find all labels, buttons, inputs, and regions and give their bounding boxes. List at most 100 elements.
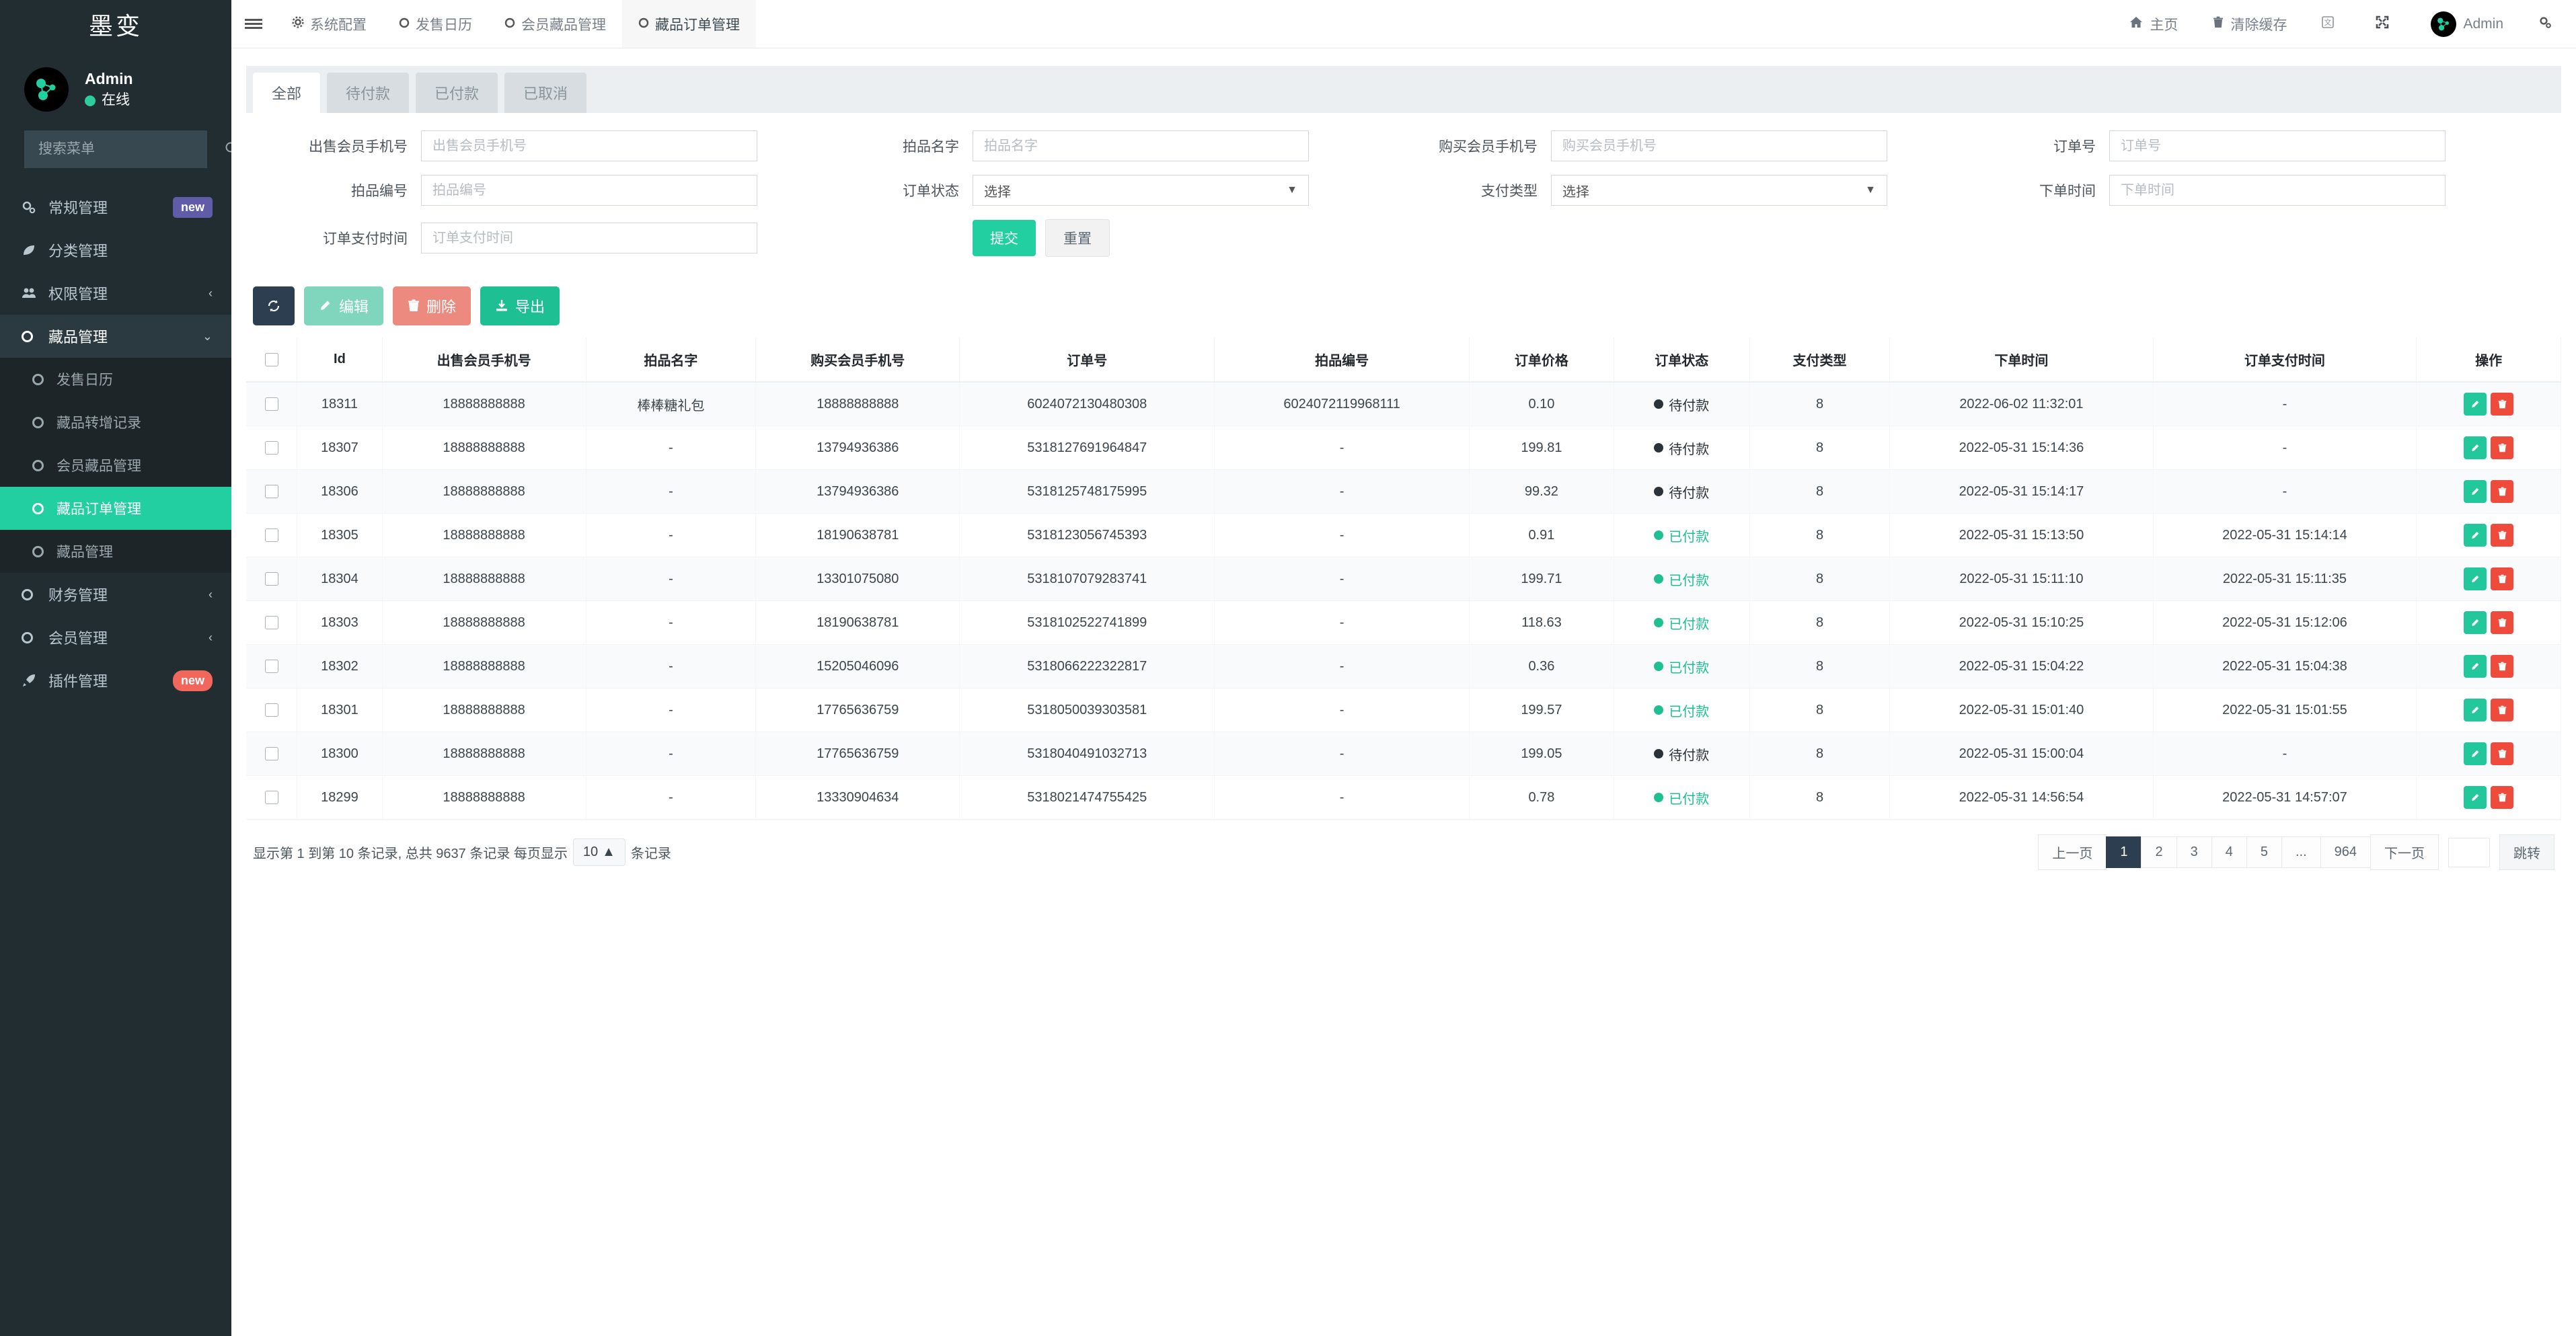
cell-[interactable] (246, 732, 297, 776)
cell-操作[interactable] (2417, 514, 2561, 557)
sidebar-item-0[interactable]: 常规管理new (0, 186, 231, 229)
row-edit-button[interactable] (2464, 699, 2487, 721)
page-button-4[interactable]: 4 (2211, 836, 2247, 868)
row-delete-button[interactable] (2491, 524, 2513, 547)
cell-操作[interactable] (2417, 732, 2561, 776)
table-row[interactable]: 1830118888888888-17765636759531805003930… (246, 689, 2561, 732)
sidebar-item-10[interactable]: 会员管理‹ (0, 616, 231, 659)
sidebar-item-11[interactable]: 插件管理new (0, 659, 231, 702)
row-checkbox[interactable] (265, 572, 278, 586)
cell-[interactable] (246, 776, 297, 820)
sidebar-item-6[interactable]: 会员藏品管理 (0, 444, 231, 487)
row-edit-button[interactable] (2464, 567, 2487, 590)
cell-[interactable] (246, 557, 297, 601)
top-right-item-2[interactable]: 文 (2304, 16, 2358, 32)
row-edit-button[interactable] (2464, 742, 2487, 765)
row-edit-button[interactable] (2464, 436, 2487, 459)
row-checkbox[interactable] (265, 660, 278, 673)
order-no-input[interactable] (2109, 130, 2446, 161)
row-checkbox[interactable] (265, 791, 278, 804)
table-row[interactable]: 1830718888888888-13794936386531812769196… (246, 426, 2561, 470)
pay-type-select[interactable]: 选择 ▼ (1551, 175, 1887, 206)
row-checkbox[interactable] (265, 528, 278, 542)
cell-操作[interactable] (2417, 689, 2561, 732)
select-all-checkbox[interactable] (265, 353, 278, 366)
submit-button[interactable]: 提交 (973, 220, 1036, 256)
page-jump-input[interactable] (2448, 838, 2490, 867)
row-delete-button[interactable] (2491, 436, 2513, 459)
row-delete-button[interactable] (2491, 611, 2513, 634)
page-button-3[interactable]: 3 (2176, 836, 2212, 868)
export-button[interactable]: 导出 (480, 286, 560, 325)
search-input[interactable] (37, 141, 222, 158)
table-row[interactable]: 1830418888888888-13301075080531810707928… (246, 557, 2561, 601)
item-no-input[interactable] (421, 175, 757, 206)
select-all-header[interactable] (246, 338, 297, 382)
top-right-item-0[interactable]: 主页 (2112, 14, 2195, 34)
row-edit-button[interactable] (2464, 786, 2487, 809)
row-delete-button[interactable] (2491, 699, 2513, 721)
sidebar-item-9[interactable]: 财务管理‹ (0, 573, 231, 616)
sidebar-item-4[interactable]: 发售日历 (0, 358, 231, 401)
row-checkbox[interactable] (265, 397, 278, 411)
row-delete-button[interactable] (2491, 393, 2513, 416)
top-nav-item-3[interactable]: 藏品订单管理 (622, 0, 756, 48)
top-right-item-3[interactable] (2358, 15, 2413, 33)
delete-button[interactable]: 删除 (393, 286, 471, 325)
top-nav-item-2[interactable]: 会员藏品管理 (488, 0, 622, 48)
pay-time-input[interactable] (421, 223, 757, 253)
table-row[interactable]: 1830618888888888-13794936386531812574817… (246, 470, 2561, 514)
row-checkbox[interactable] (265, 441, 278, 455)
cell-操作[interactable] (2417, 776, 2561, 820)
buyer-phone-input[interactable] (1551, 130, 1887, 161)
page-button-...[interactable]: ... (2281, 836, 2321, 868)
cell-[interactable] (246, 514, 297, 557)
row-checkbox[interactable] (265, 703, 278, 717)
top-right-item-4[interactable]: Admin (2413, 11, 2521, 37)
page-button-1[interactable]: 1 (2106, 836, 2142, 868)
page-size-select[interactable]: 10 ▲ (573, 838, 626, 866)
top-right-item-1[interactable]: 清除缓存 (2195, 14, 2304, 34)
row-delete-button[interactable] (2491, 480, 2513, 503)
row-checkbox[interactable] (265, 616, 278, 629)
cell-操作[interactable] (2417, 601, 2561, 645)
edit-button[interactable]: 编辑 (304, 286, 383, 325)
sidebar-item-7[interactable]: 藏品订单管理 (0, 487, 231, 530)
cell-操作[interactable] (2417, 382, 2561, 426)
tab-1[interactable]: 待付款 (327, 73, 409, 113)
cell-[interactable] (246, 426, 297, 470)
row-delete-button[interactable] (2491, 786, 2513, 809)
order-status-select[interactable]: 选择 ▼ (973, 175, 1309, 206)
cell-[interactable] (246, 470, 297, 514)
row-edit-button[interactable] (2464, 524, 2487, 547)
row-edit-button[interactable] (2464, 611, 2487, 634)
page-button-2[interactable]: 2 (2141, 836, 2176, 868)
cell-[interactable] (246, 382, 297, 426)
table-row[interactable]: 1830218888888888-15205046096531806622232… (246, 645, 2561, 689)
top-right-item-5[interactable] (2521, 15, 2576, 33)
page-button-5[interactable]: 5 (2246, 836, 2282, 868)
cell-操作[interactable] (2417, 645, 2561, 689)
cell-[interactable] (246, 601, 297, 645)
cell-操作[interactable] (2417, 470, 2561, 514)
table-row[interactable]: 1831118888888888棒棒糖礼包1888888888860240721… (246, 382, 2561, 426)
table-row[interactable]: 1830318888888888-18190638781531810252274… (246, 601, 2561, 645)
tab-0[interactable]: 全部 (253, 73, 320, 113)
sidebar-item-1[interactable]: 分类管理 (0, 229, 231, 272)
tab-2[interactable]: 已付款 (416, 73, 498, 113)
order-time-input[interactable] (2109, 175, 2446, 206)
cell-[interactable] (246, 645, 297, 689)
tab-3[interactable]: 已取消 (504, 73, 586, 113)
row-edit-button[interactable] (2464, 480, 2487, 503)
page-jump-button[interactable]: 跳转 (2499, 834, 2554, 870)
seller-phone-input[interactable] (421, 130, 757, 161)
cell-操作[interactable] (2417, 557, 2561, 601)
next-page-button[interactable]: 下一页 (2370, 834, 2439, 870)
row-delete-button[interactable] (2491, 655, 2513, 678)
prev-page-button[interactable]: 上一页 (2038, 834, 2107, 870)
top-nav-item-1[interactable]: 发售日历 (383, 0, 488, 48)
table-row[interactable]: 1830518888888888-18190638781531812305674… (246, 514, 2561, 557)
row-checkbox[interactable] (265, 747, 278, 760)
sidebar-item-2[interactable]: 权限管理‹ (0, 272, 231, 315)
item-name-input[interactable] (973, 130, 1309, 161)
